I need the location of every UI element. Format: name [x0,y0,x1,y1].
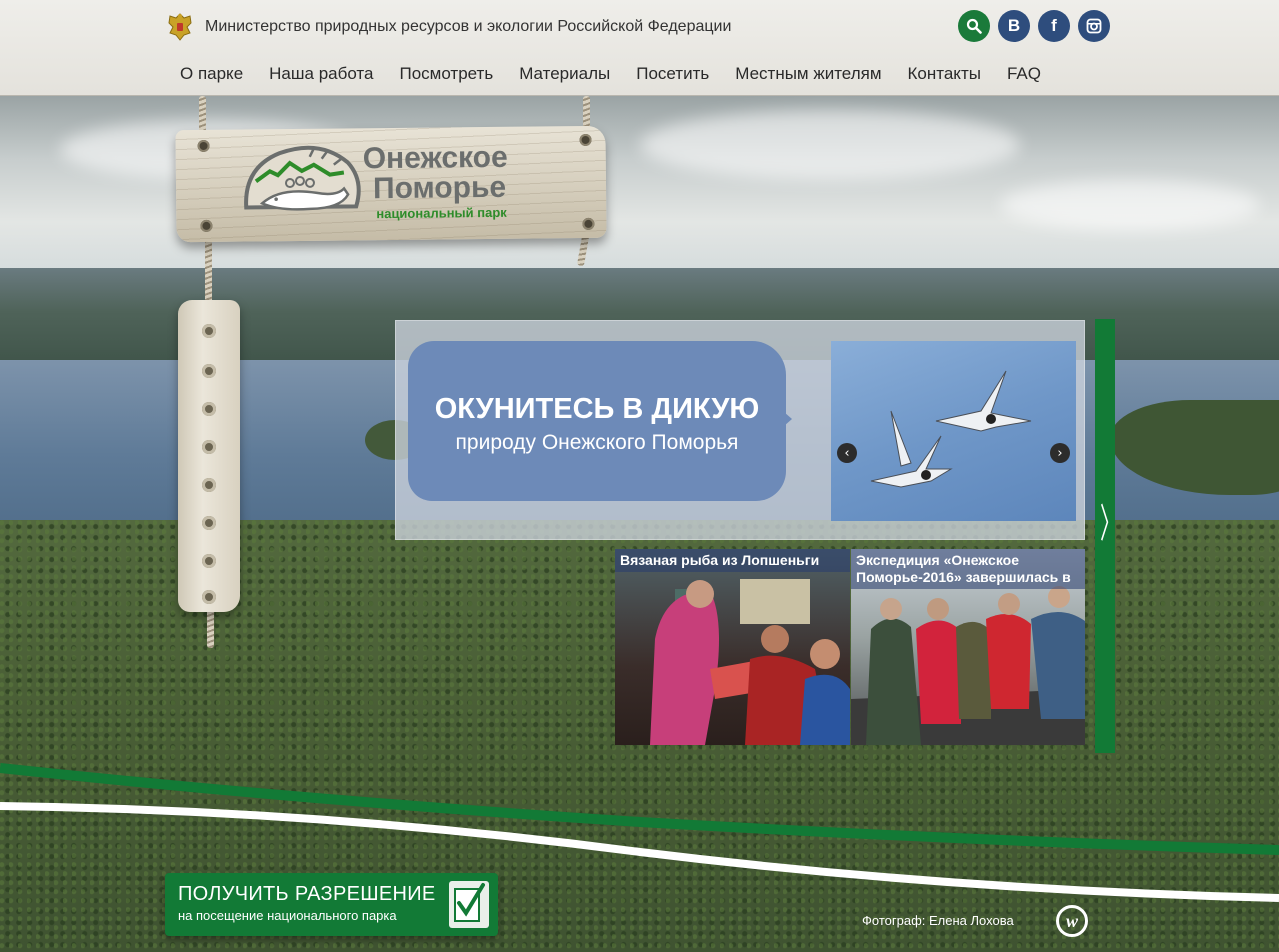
news-title: Вязаная рыба из Лопшеньги [615,549,850,572]
slide-next-button[interactable]: › [1050,443,1070,463]
social-links: В f [958,10,1110,42]
nav-item-visit[interactable]: Посетить [636,64,709,84]
developer-logo[interactable]: w [1056,905,1088,937]
w-logo-icon: w [1065,910,1078,931]
slide-subheadline: природу Онежского Поморья [455,431,739,454]
logo-title-line2: Поморье [372,170,507,206]
nav-item-materials[interactable]: Материалы [519,64,610,84]
slide-headline: ОКУНИТЕСЬ В ДИКУЮ [434,393,760,425]
nav-item-our-work[interactable]: Наша работа [269,64,373,84]
news-photo [650,579,850,745]
nav-item-about[interactable]: О парке [180,64,243,84]
nav-item-residents[interactable]: Местным жителям [735,64,881,84]
news-tile[interactable]: Экспедиция «Онежское Поморье-2016» завер… [851,549,1085,745]
get-permit-button[interactable]: ПОЛУЧИТЬ РАЗРЕШЕНИЕ на посещение национа… [165,873,498,936]
chevron-left-icon: ‹ [844,445,850,461]
nav-item-faq[interactable]: FAQ [1007,64,1041,84]
panel-next-bar[interactable]: 〉 [1095,319,1120,753]
search-button[interactable] [958,10,990,42]
facebook-icon: f [1051,16,1057,35]
nav-item-contacts[interactable]: Контакты [908,64,981,84]
permit-title: ПОЛУЧИТЬ РАЗРЕШЕНИЕ [178,883,436,905]
slide-prev-button[interactable]: ‹ [837,443,857,463]
cloud [640,110,1020,180]
ministry-link[interactable]: Министерство природных ресурсов и эколог… [165,10,731,44]
instagram-button[interactable] [1078,10,1110,42]
chevron-right-icon: › [1057,445,1063,461]
logo-subtitle: национальный парк [376,204,507,222]
chevron-right-icon: 〉 [1100,501,1120,547]
cloud [1000,180,1260,230]
slide-caption-bubble[interactable]: ОКУНИТЕСЬ В ДИКУЮ природу Онежского Помо… [408,341,786,501]
search-icon [966,18,982,34]
hero-slider: ОКУНИТЕСЬ В ДИКУЮ природу Онежского Помо… [395,320,1085,540]
wooden-plank-decoration [178,300,240,612]
ministry-name: Министерство природных ресурсов и эколог… [205,18,732,35]
vk-button[interactable]: В [998,10,1030,42]
site-header: Министерство природных ресурсов и эколог… [0,0,1279,96]
news-title: Экспедиция «Онежское Поморье-2016» завер… [851,549,1085,589]
rope [205,232,212,304]
slide-photo-terns[interactable]: ‹ › [831,341,1076,521]
permit-subtitle: на посещение национального парка [178,908,397,923]
terns-image [870,370,1032,488]
photo-credit: Фотограф: Елена Лохова [862,913,1014,928]
park-emblem-icon [244,145,361,211]
document-check-icon [449,881,489,928]
coat-of-arms-icon [168,13,192,41]
instagram-icon [1086,18,1102,34]
facebook-button[interactable]: f [1038,10,1070,42]
news-tile[interactable]: Вязаная рыба из Лопшеньги [615,549,850,745]
main-nav: О парке Наша работа Посмотреть Материалы… [180,64,1041,84]
bubble-tail [776,405,792,433]
vk-icon: В [1007,16,1021,35]
park-logo[interactable]: Онежское Поморье национальный парк [175,125,607,243]
nav-item-view[interactable]: Посмотреть [399,64,493,84]
